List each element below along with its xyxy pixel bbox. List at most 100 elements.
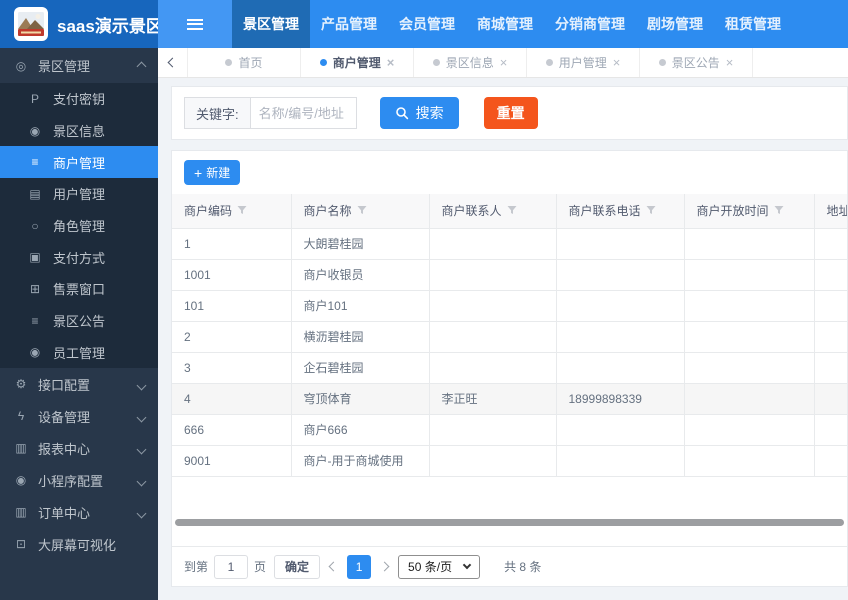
table-cell: 商户收银员 [291, 259, 430, 291]
filter-icon[interactable] [774, 204, 784, 218]
table-cell [556, 259, 685, 291]
table-cell [814, 228, 847, 260]
prev-page-button[interactable] [328, 561, 339, 572]
reset-button[interactable]: 重置 [483, 97, 538, 129]
filter-icon[interactable] [357, 204, 367, 218]
column-header-label: 商户联系人 [441, 204, 502, 219]
hamburger-icon [187, 18, 203, 30]
column-header-label: 商户联系电话 [568, 204, 641, 219]
sidebar-item[interactable]: ○ 角色管理 [0, 210, 158, 242]
top-nav-item[interactable]: 产品管理 [310, 0, 388, 48]
new-merchant-button[interactable]: + 新建 [184, 160, 241, 185]
sidebar-item-label: 景区信息 [53, 124, 106, 140]
sidebar-item[interactable]: ▤ 用户管理 [0, 178, 158, 210]
filter-icon[interactable] [237, 204, 247, 218]
search-panel: 关键字: 搜索 重置 [171, 86, 848, 140]
goto-page-input[interactable] [214, 554, 249, 579]
table-cell [684, 383, 815, 415]
current-page-button[interactable]: 1 [347, 554, 372, 579]
table-cell [429, 445, 557, 477]
top-nav-item[interactable]: 分销商管理 [544, 0, 636, 48]
image-icon: ◉ [29, 123, 41, 138]
top-header: saas演示景区 景区管理 产品管理 会员管理 商城管理 分销商管理 剧场管理 租赁管理 [0, 0, 848, 48]
table-toolbar: + 新建 [172, 151, 847, 194]
table-cell [556, 352, 685, 384]
table-cell: 商户101 [291, 290, 430, 322]
tab-dot [319, 59, 327, 66]
keyword-input[interactable] [249, 97, 357, 129]
sidebar-item[interactable]: ▣ 支付方式 [0, 241, 158, 273]
table-cell [814, 290, 847, 322]
sidebar-section[interactable]: ▥ 订单中心 [0, 496, 158, 528]
filter-icon[interactable] [507, 204, 517, 218]
sidebar-item[interactable]: ≡ 景区公告 [0, 305, 158, 337]
sidebar-item[interactable]: ≡ 商户管理 [0, 146, 158, 179]
tab[interactable]: 首页 [188, 48, 301, 77]
tab-dot [658, 59, 666, 66]
horizontal-scrollbar[interactable] [175, 519, 844, 526]
tab[interactable]: 用户管理 × [527, 48, 640, 77]
sidebar-section[interactable]: ◉ 小程序配置 [0, 464, 158, 496]
table-cell [429, 290, 557, 322]
filter-icon[interactable] [646, 204, 656, 218]
tabs-scroll-left-button[interactable] [158, 48, 188, 77]
sidebar-item[interactable]: ◉ 景区信息 [0, 115, 158, 147]
sidebar-section[interactable]: ⊡ 大屏幕可视化 [0, 528, 158, 560]
tab-bar: 首页 商户管理 × 景区信息 × 用户管理 × 景区公告 × [158, 48, 848, 78]
table-cell [556, 228, 685, 260]
sidebar-section-label: 大屏幕可视化 [38, 537, 117, 553]
page-size-select[interactable]: 50 条/页 [398, 554, 481, 579]
location-icon: ◎ [15, 58, 27, 73]
top-nav-item[interactable]: 商城管理 [466, 0, 544, 48]
table-cell: 横沥碧桂园 [291, 321, 430, 353]
table-cell [684, 414, 815, 446]
tab-label: 用户管理 [558, 56, 607, 70]
tab-label: 商户管理 [332, 56, 381, 70]
table-cell [429, 352, 557, 384]
top-nav-item[interactable]: 会员管理 [388, 0, 466, 48]
sidebar-item[interactable]: ⊞ 售票窗口 [0, 273, 158, 305]
table-row: 3 企石碧桂园 [172, 352, 847, 384]
table-cell [814, 414, 847, 446]
total-count-label: 共 8 条 [504, 560, 542, 574]
tab[interactable]: 景区公告 × [640, 48, 753, 77]
chart-icon: ▥ [15, 441, 27, 456]
table-cell [684, 259, 815, 291]
close-icon[interactable]: × [726, 56, 734, 69]
sidebar-item[interactable]: ◉ 员工管理 [0, 337, 158, 369]
table-row: 101 商户101 [172, 290, 847, 322]
sidebar-toggle-button[interactable] [158, 0, 232, 48]
top-nav: 景区管理 产品管理 会员管理 商城管理 分销商管理 剧场管理 租赁管理 [232, 0, 792, 48]
search-button-label: 搜索 [415, 105, 444, 121]
table-row: 2 横沥碧桂园 [172, 321, 847, 353]
column-header: 商户联系人 [429, 194, 557, 229]
merchant-table: 商户编码商户名称商户联系人商户联系电话商户开放时间地址 1大朗碧桂园1001商户… [172, 194, 847, 477]
chevron-down-icon [136, 377, 147, 392]
goto-confirm-button[interactable]: 确定 [274, 554, 321, 579]
sidebar-section[interactable]: ϟ 设备管理 [0, 400, 158, 432]
close-icon[interactable]: × [500, 56, 508, 69]
table-cell: 大朗碧桂园 [291, 228, 430, 260]
table-cell: 9001 [172, 445, 292, 477]
table-cell: 3 [172, 352, 292, 384]
sidebar-item[interactable]: P 支付密钥 [0, 83, 158, 115]
close-icon[interactable]: × [387, 56, 395, 69]
column-header: 商户编码 [172, 194, 292, 229]
close-icon[interactable]: × [613, 56, 621, 69]
top-nav-item[interactable]: 租赁管理 [714, 0, 792, 48]
sidebar-section[interactable]: ⚙ 接口配置 [0, 368, 158, 400]
tab[interactable]: 景区信息 × [414, 48, 527, 77]
sidebar-section-label: 设备管理 [38, 409, 91, 425]
table-header-row: 商户编码 商户名称 商户联系人 商户联系电话 商户开放时间 地址 [172, 194, 847, 229]
table-cell [684, 290, 815, 322]
sidebar: ◎ 景区管理 P 支付密钥 ◉ 景区信息 ≡ 商户管理 ▤ 用户管理 ○ 角色管理 ▣ 支付方式 ⊞ 售票… [0, 48, 158, 600]
top-nav-item[interactable]: 剧场管理 [636, 0, 714, 48]
next-page-button[interactable] [379, 561, 390, 572]
sidebar-section[interactable]: ▥ 报表中心 [0, 432, 158, 464]
sidebar-group-scenic-management[interactable]: ◎ 景区管理 [0, 48, 158, 83]
search-button[interactable]: 搜索 [379, 97, 459, 129]
sidebar-item-label: 角色管理 [53, 219, 106, 235]
dot-circle-icon: ◉ [29, 345, 41, 360]
tab[interactable]: 商户管理 × [301, 48, 414, 77]
top-nav-item[interactable]: 景区管理 [232, 0, 310, 48]
